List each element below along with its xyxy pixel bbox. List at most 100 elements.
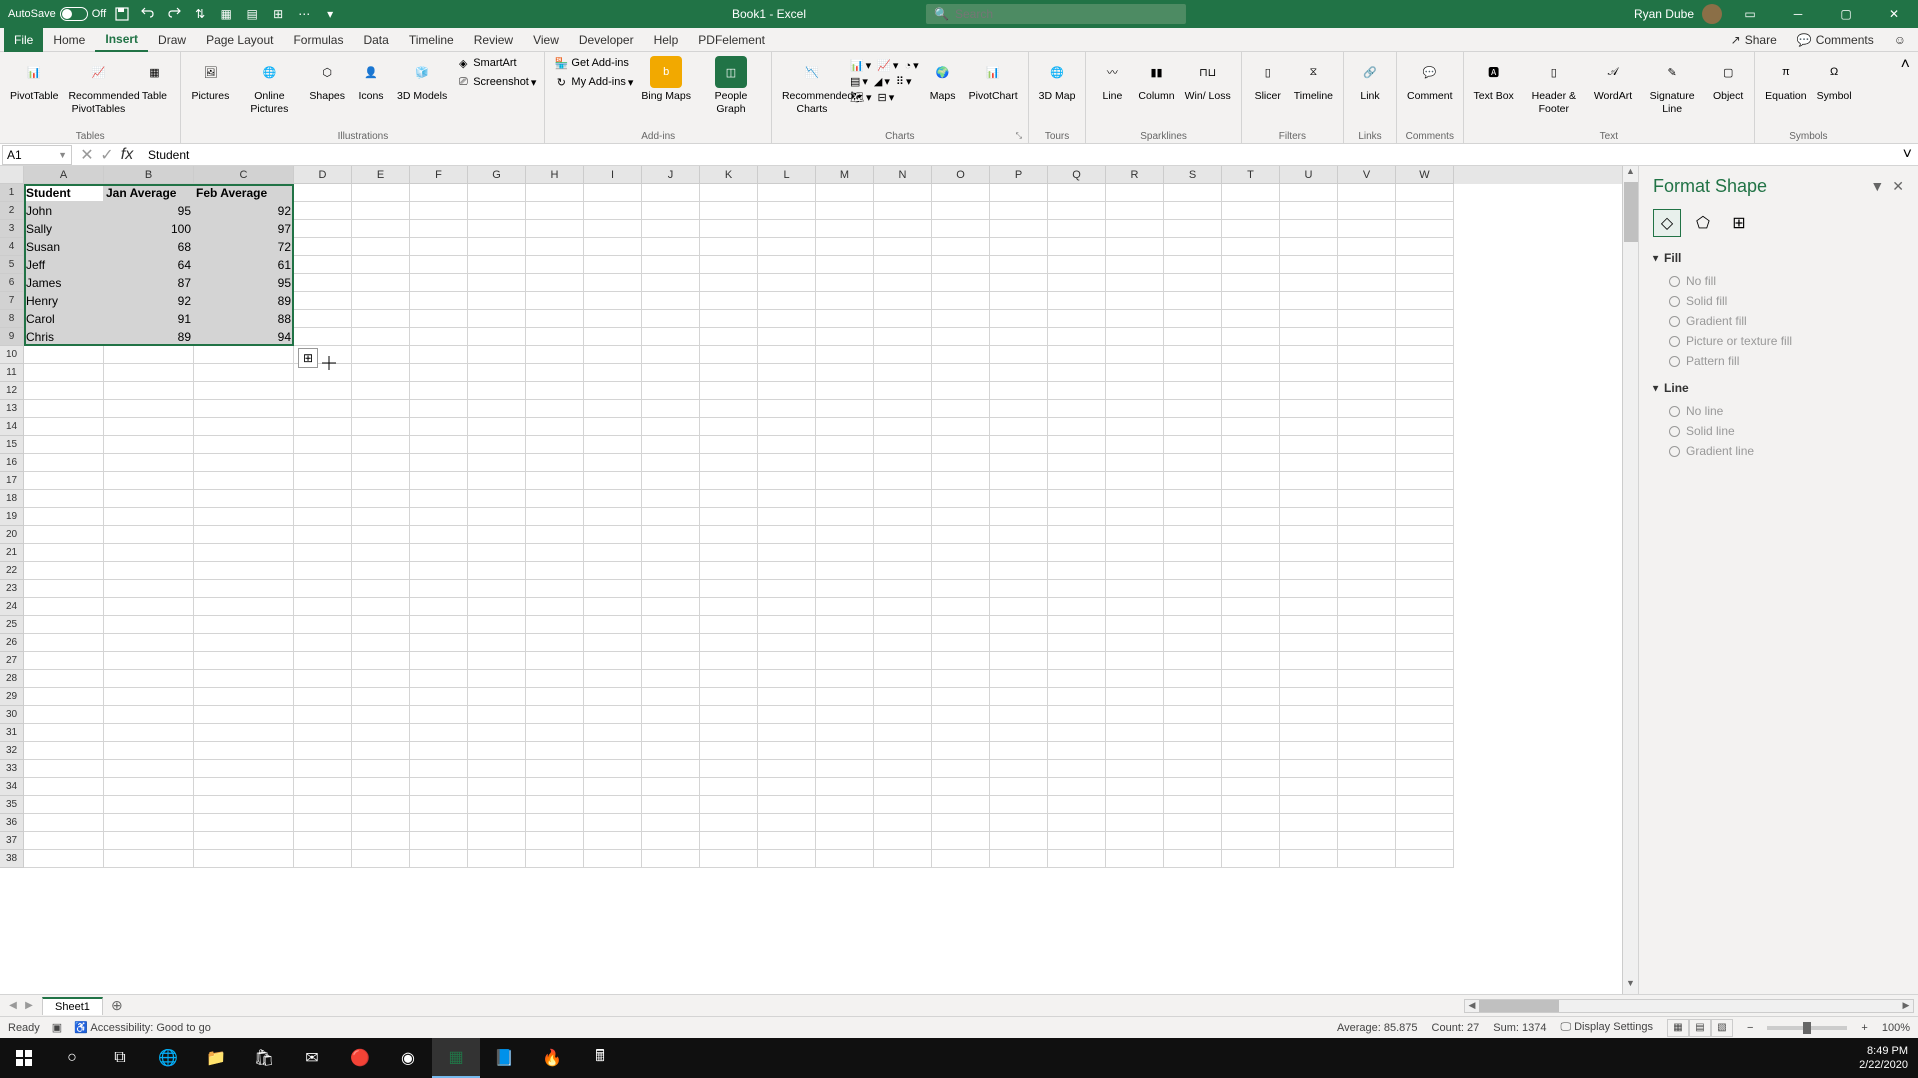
cell-M11[interactable] bbox=[816, 364, 874, 382]
cell-N13[interactable] bbox=[874, 400, 932, 418]
cell-I6[interactable] bbox=[584, 274, 642, 292]
cell-U23[interactable] bbox=[1280, 580, 1338, 598]
cell-I17[interactable] bbox=[584, 472, 642, 490]
cell-J14[interactable] bbox=[642, 418, 700, 436]
cell-H15[interactable] bbox=[526, 436, 584, 454]
cell-I31[interactable] bbox=[584, 724, 642, 742]
cell-B18[interactable] bbox=[104, 490, 194, 508]
cell-Q37[interactable] bbox=[1048, 832, 1106, 850]
cell-W5[interactable] bbox=[1396, 256, 1454, 274]
size-tab[interactable]: ⊞ bbox=[1725, 209, 1753, 237]
chrome-icon[interactable]: ◉ bbox=[384, 1038, 432, 1078]
cell-E16[interactable] bbox=[352, 454, 410, 472]
cell-J27[interactable] bbox=[642, 652, 700, 670]
cell-B32[interactable] bbox=[104, 742, 194, 760]
row-header-27[interactable]: 27 bbox=[0, 652, 24, 670]
cell-C37[interactable] bbox=[194, 832, 294, 850]
cell-G24[interactable] bbox=[468, 598, 526, 616]
cell-U8[interactable] bbox=[1280, 310, 1338, 328]
cell-L38[interactable] bbox=[758, 850, 816, 868]
cell-N28[interactable] bbox=[874, 670, 932, 688]
map-chart-button[interactable]: 🗺▾ bbox=[848, 90, 874, 105]
autosave-toggle[interactable]: AutoSave Off bbox=[8, 7, 106, 21]
cell-Q13[interactable] bbox=[1048, 400, 1106, 418]
cell-U26[interactable] bbox=[1280, 634, 1338, 652]
maximize-icon[interactable]: ▢ bbox=[1826, 0, 1866, 28]
tab-help[interactable]: Help bbox=[644, 28, 689, 52]
cell-R11[interactable] bbox=[1106, 364, 1164, 382]
cell-O31[interactable] bbox=[932, 724, 990, 742]
cell-L9[interactable] bbox=[758, 328, 816, 346]
cell-O6[interactable] bbox=[932, 274, 990, 292]
cell-N2[interactable] bbox=[874, 202, 932, 220]
cell-Q36[interactable] bbox=[1048, 814, 1106, 832]
cell-B7[interactable]: 92 bbox=[104, 292, 194, 310]
tab-data[interactable]: Data bbox=[353, 28, 398, 52]
start-button[interactable] bbox=[0, 1038, 48, 1078]
cell-I21[interactable] bbox=[584, 544, 642, 562]
cell-U5[interactable] bbox=[1280, 256, 1338, 274]
qat-grid-icon[interactable]: ⊞ bbox=[268, 4, 288, 24]
cell-N16[interactable] bbox=[874, 454, 932, 472]
cell-S30[interactable] bbox=[1164, 706, 1222, 724]
cell-G11[interactable] bbox=[468, 364, 526, 382]
select-all-cell[interactable] bbox=[0, 166, 24, 184]
app3-icon[interactable]: 🔥 bbox=[528, 1038, 576, 1078]
cell-A11[interactable] bbox=[24, 364, 104, 382]
cell-J25[interactable] bbox=[642, 616, 700, 634]
cell-A38[interactable] bbox=[24, 850, 104, 868]
cell-C35[interactable] bbox=[194, 796, 294, 814]
cell-U12[interactable] bbox=[1280, 382, 1338, 400]
col-header-F[interactable]: F bbox=[410, 166, 468, 184]
cell-Q17[interactable] bbox=[1048, 472, 1106, 490]
cell-K4[interactable] bbox=[700, 238, 758, 256]
zoom-level[interactable]: 100% bbox=[1882, 1022, 1910, 1034]
col-header-Q[interactable]: Q bbox=[1048, 166, 1106, 184]
calculator-icon[interactable]: 🖩 bbox=[576, 1038, 624, 1078]
cell-U16[interactable] bbox=[1280, 454, 1338, 472]
cell-A22[interactable] bbox=[24, 562, 104, 580]
cell-R31[interactable] bbox=[1106, 724, 1164, 742]
cell-R19[interactable] bbox=[1106, 508, 1164, 526]
cell-L34[interactable] bbox=[758, 778, 816, 796]
cell-W23[interactable] bbox=[1396, 580, 1454, 598]
cell-Q23[interactable] bbox=[1048, 580, 1106, 598]
cell-U24[interactable] bbox=[1280, 598, 1338, 616]
slicer-button[interactable]: ▯Slicer bbox=[1248, 54, 1288, 105]
cell-H35[interactable] bbox=[526, 796, 584, 814]
cell-W32[interactable] bbox=[1396, 742, 1454, 760]
cell-U14[interactable] bbox=[1280, 418, 1338, 436]
cell-L19[interactable] bbox=[758, 508, 816, 526]
cell-F22[interactable] bbox=[410, 562, 468, 580]
cell-C14[interactable] bbox=[194, 418, 294, 436]
cell-L11[interactable] bbox=[758, 364, 816, 382]
cell-S26[interactable] bbox=[1164, 634, 1222, 652]
cell-W21[interactable] bbox=[1396, 544, 1454, 562]
cell-C32[interactable] bbox=[194, 742, 294, 760]
cancel-formula-icon[interactable]: ✕ bbox=[78, 146, 96, 164]
cell-K38[interactable] bbox=[700, 850, 758, 868]
cell-V19[interactable] bbox=[1338, 508, 1396, 526]
line-option-solid-line[interactable]: Solid line bbox=[1669, 421, 1904, 441]
cell-I35[interactable] bbox=[584, 796, 642, 814]
cell-I19[interactable] bbox=[584, 508, 642, 526]
cell-B33[interactable] bbox=[104, 760, 194, 778]
cell-C10[interactable] bbox=[194, 346, 294, 364]
cell-G10[interactable] bbox=[468, 346, 526, 364]
cell-O12[interactable] bbox=[932, 382, 990, 400]
col-header-I[interactable]: I bbox=[584, 166, 642, 184]
quick-analysis-button[interactable]: ⊞ bbox=[298, 348, 318, 368]
cell-T9[interactable] bbox=[1222, 328, 1280, 346]
cell-B38[interactable] bbox=[104, 850, 194, 868]
cell-W8[interactable] bbox=[1396, 310, 1454, 328]
cell-E14[interactable] bbox=[352, 418, 410, 436]
cell-K11[interactable] bbox=[700, 364, 758, 382]
cell-L35[interactable] bbox=[758, 796, 816, 814]
search-input[interactable] bbox=[955, 7, 1178, 21]
cell-S1[interactable] bbox=[1164, 184, 1222, 202]
cell-H30[interactable] bbox=[526, 706, 584, 724]
cell-O26[interactable] bbox=[932, 634, 990, 652]
cell-G26[interactable] bbox=[468, 634, 526, 652]
avatar[interactable] bbox=[1702, 4, 1722, 24]
edge-icon[interactable]: 🌐 bbox=[144, 1038, 192, 1078]
